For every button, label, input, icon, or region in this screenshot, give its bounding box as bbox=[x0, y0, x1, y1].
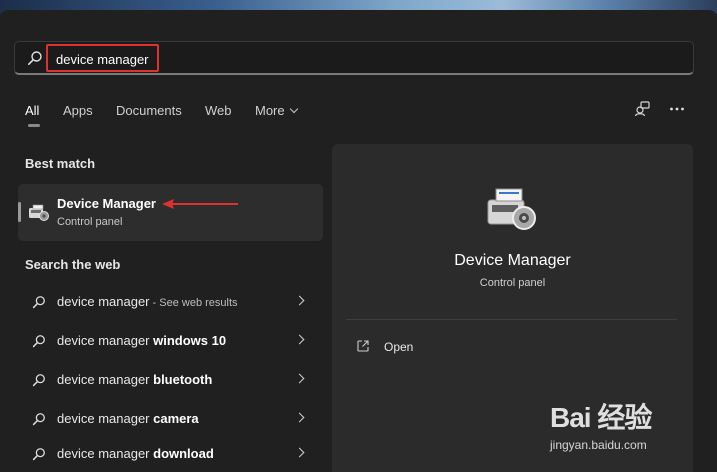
result-query: device manager bbox=[57, 446, 154, 461]
chevron-right-icon bbox=[294, 447, 305, 458]
tab-web[interactable]: Web bbox=[205, 103, 232, 118]
web-result-row[interactable]: device manager download bbox=[18, 436, 323, 472]
web-result-row[interactable]: device manager camera bbox=[18, 401, 323, 437]
share-feedback-icon[interactable] bbox=[634, 100, 652, 118]
tab-apps[interactable]: Apps bbox=[63, 103, 93, 118]
selection-indicator bbox=[18, 202, 21, 222]
tab-more[interactable]: More bbox=[255, 103, 298, 118]
search-icon bbox=[32, 335, 45, 348]
tab-all[interactable]: All bbox=[25, 103, 39, 118]
open-external-icon bbox=[357, 340, 369, 352]
web-result-text: device manager - See web results bbox=[57, 294, 238, 309]
best-match-result[interactable]: Device Manager Control panel bbox=[18, 184, 323, 241]
baidu-jingyan-watermark: Bai 经验 jingyan.baidu.com bbox=[550, 394, 710, 458]
detail-subtitle: Control panel bbox=[479, 277, 546, 289]
search-icon bbox=[32, 374, 45, 387]
detail-title: Device Manager bbox=[454, 252, 571, 269]
search-web-heading: Search the web bbox=[25, 257, 121, 272]
more-options-icon[interactable] bbox=[669, 106, 685, 112]
divider bbox=[346, 319, 677, 320]
best-match-subtitle: Control panel bbox=[57, 216, 123, 228]
result-suggestion: camera bbox=[153, 411, 199, 426]
result-query: device manager bbox=[57, 411, 154, 426]
device-manager-icon bbox=[29, 204, 49, 221]
chevron-right-icon bbox=[294, 373, 305, 384]
best-match-title: Device Manager bbox=[57, 196, 156, 211]
web-result-row[interactable]: device manager bluetooth bbox=[18, 362, 323, 398]
result-suggestion: bluetooth bbox=[153, 372, 213, 387]
result-suggestion: download bbox=[153, 446, 214, 461]
open-label: Open bbox=[384, 340, 414, 354]
tab-more-label: More bbox=[255, 103, 285, 118]
result-query: device manager bbox=[57, 333, 154, 348]
web-result-text: device manager camera bbox=[57, 411, 199, 426]
web-result-text: device manager windows 10 bbox=[57, 333, 226, 348]
chevron-right-icon bbox=[294, 295, 305, 306]
search-icon bbox=[32, 296, 45, 309]
watermark-url: jingyan.baidu.com bbox=[550, 438, 647, 452]
result-query: device manager bbox=[57, 372, 154, 387]
web-result-text: device manager download bbox=[57, 446, 214, 461]
best-match-heading: Best match bbox=[25, 156, 96, 171]
result-suggestion: windows 10 bbox=[153, 333, 227, 348]
chevron-down-icon bbox=[289, 104, 298, 114]
chevron-right-icon bbox=[294, 412, 305, 423]
active-tab-indicator bbox=[28, 124, 40, 127]
watermark-logo: Bai 经验 bbox=[550, 402, 652, 433]
web-result-text: device manager bluetooth bbox=[57, 372, 212, 387]
tab-documents[interactable]: Documents bbox=[116, 103, 182, 118]
result-query: device manager bbox=[57, 294, 150, 309]
search-input[interactable]: device manager bbox=[46, 44, 159, 72]
search-icon bbox=[32, 448, 45, 461]
chevron-right-icon bbox=[294, 334, 305, 345]
web-result-row[interactable]: device manager - See web results bbox=[18, 284, 323, 320]
result-hint: - See web results bbox=[149, 297, 238, 309]
annotation-arrow-icon bbox=[162, 199, 238, 209]
search-icon bbox=[27, 51, 42, 65]
search-icon bbox=[32, 413, 45, 426]
search-box[interactable]: device manager bbox=[14, 41, 694, 75]
web-result-row[interactable]: device manager windows 10 bbox=[18, 323, 323, 359]
device-manager-icon bbox=[487, 188, 536, 230]
